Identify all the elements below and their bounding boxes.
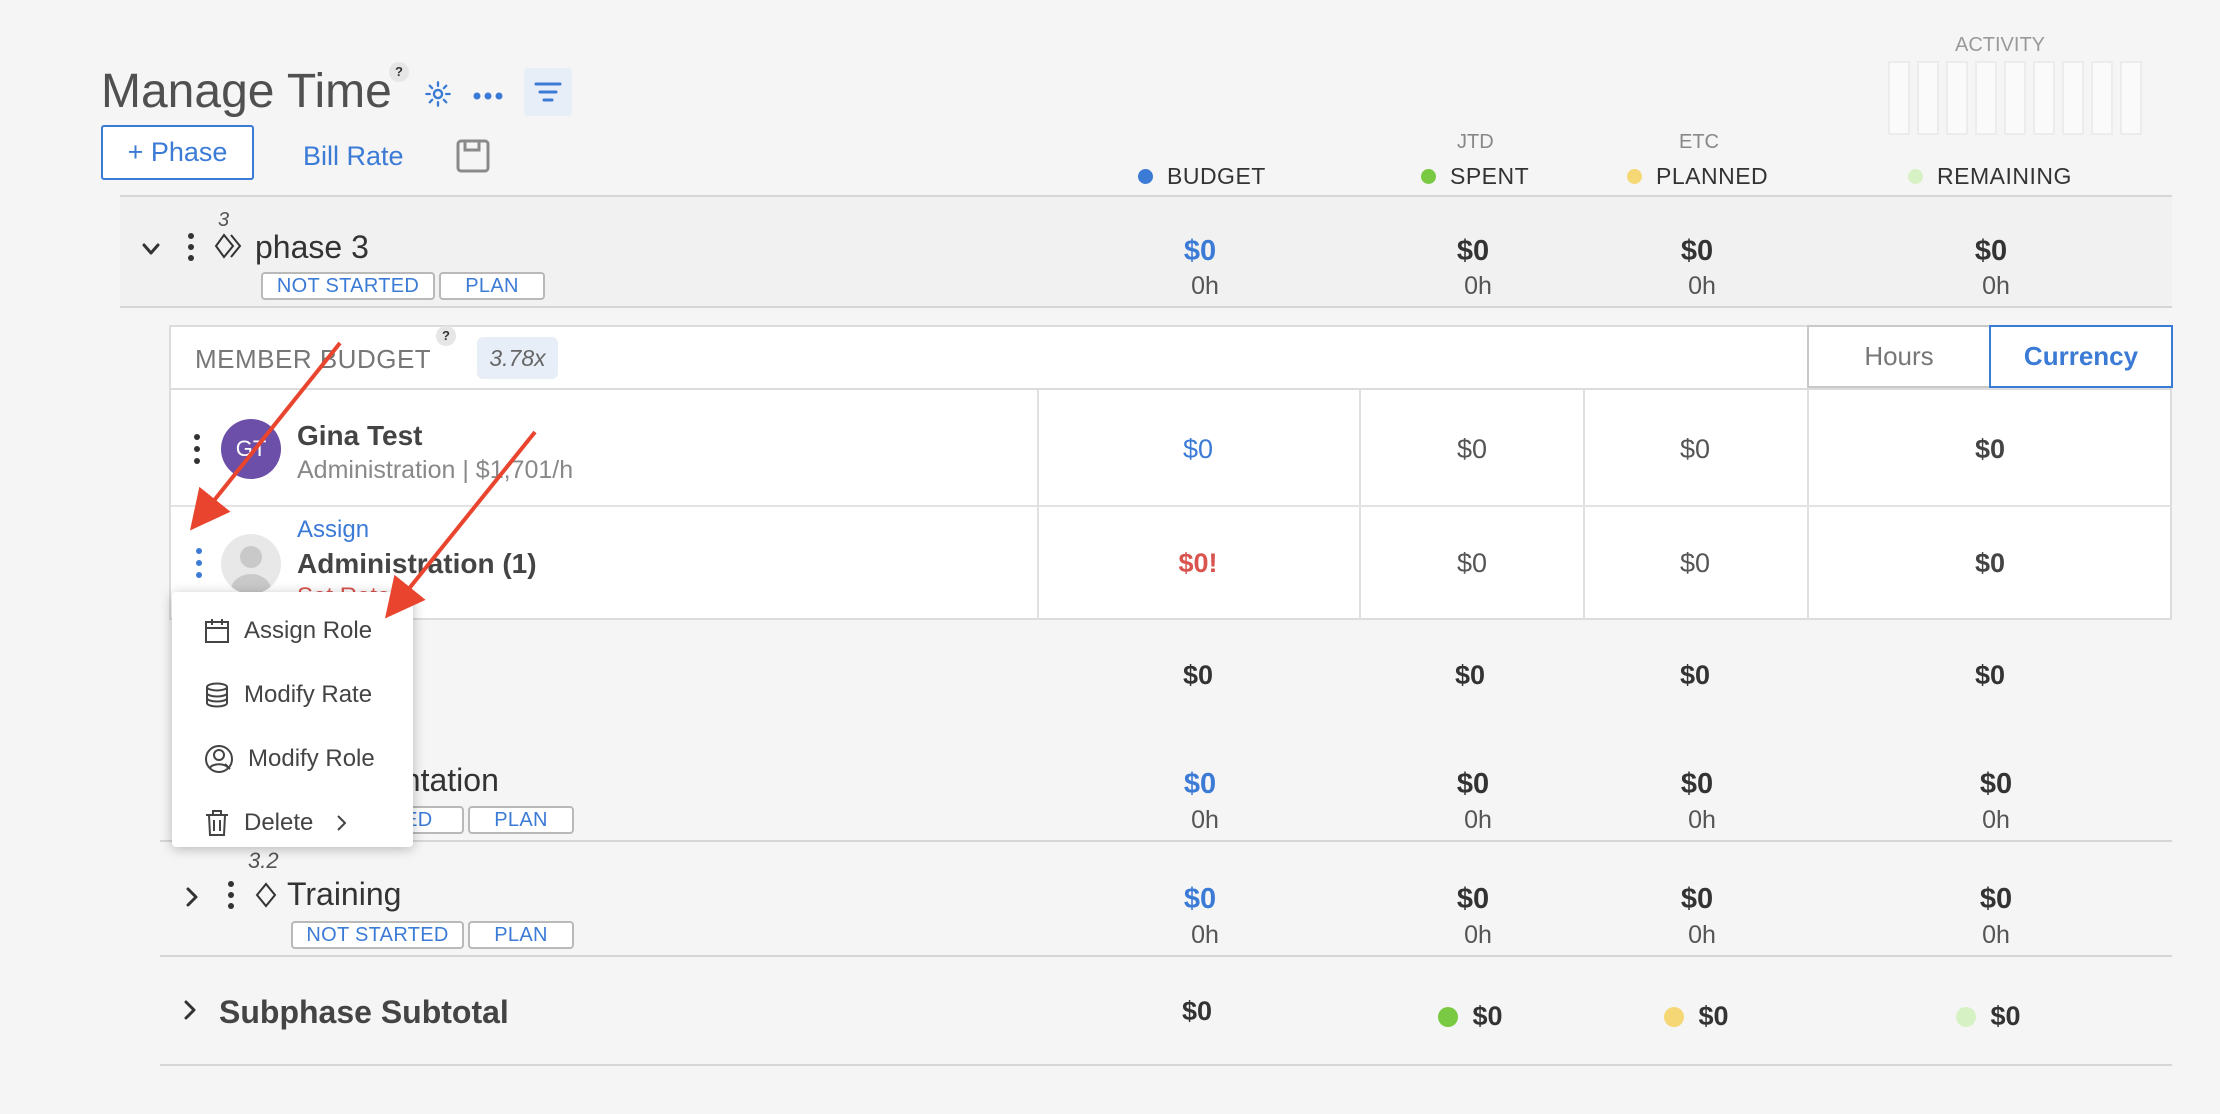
annotation-arrows bbox=[190, 341, 537, 619]
annotation-arrow bbox=[190, 341, 342, 531]
annotation-arrow bbox=[384, 430, 537, 619]
